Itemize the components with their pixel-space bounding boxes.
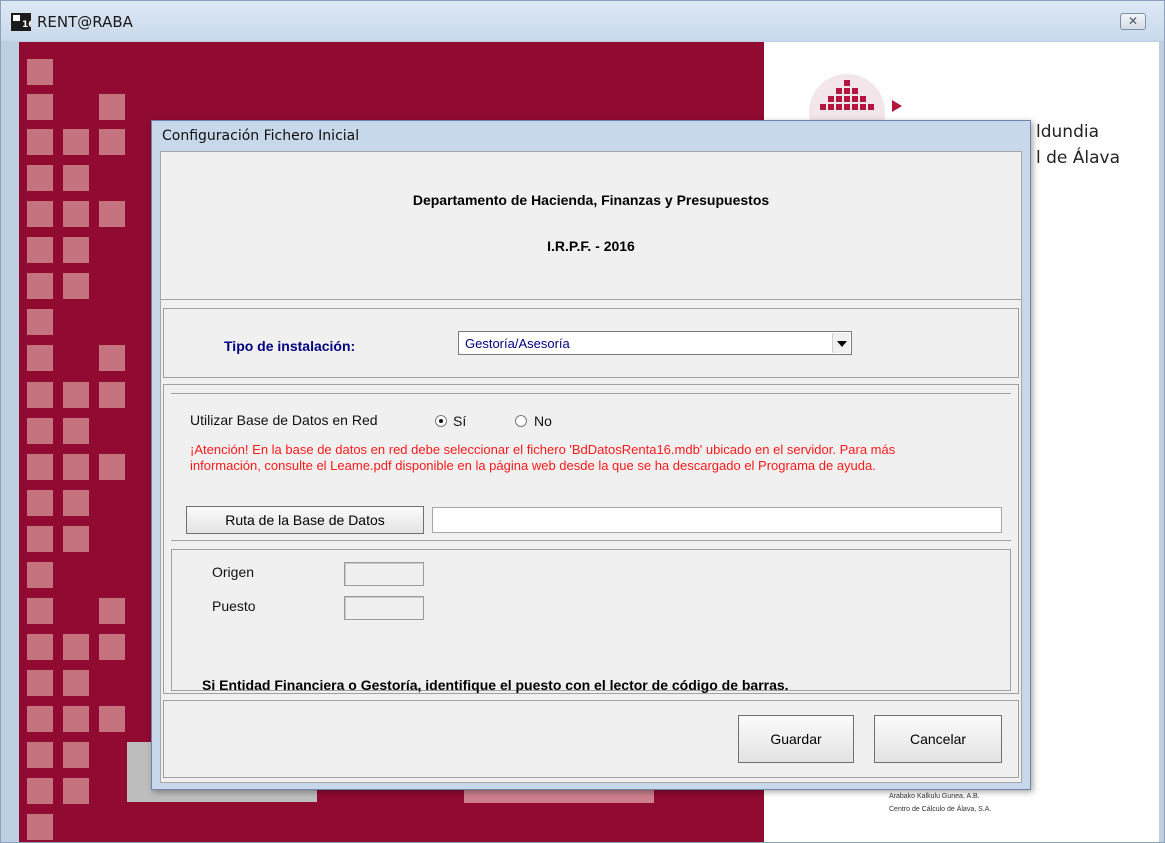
decor-square — [99, 94, 125, 120]
app-titlebar: 16 RENT@RABA ✕ — [1, 1, 1164, 41]
buttons-panel: Guardar Cancelar — [163, 700, 1019, 778]
decor-square — [27, 129, 53, 155]
decor-square — [27, 454, 53, 480]
decor-square — [27, 706, 53, 732]
decor-square — [27, 94, 53, 120]
close-button[interactable]: ✕ — [1120, 13, 1146, 30]
decor-square — [63, 670, 89, 696]
post-label: Puesto — [212, 598, 256, 614]
install-type-label: Tipo de instalación: — [224, 338, 356, 354]
decor-square — [63, 526, 89, 552]
decor-square — [63, 165, 89, 191]
origin-field[interactable] — [344, 562, 424, 586]
db-path-button[interactable]: Ruta de la Base de Datos — [186, 506, 424, 534]
network-db-label: Utilizar Base de Datos en Red — [190, 412, 378, 428]
irpf-year: I.R.P.F. - 2016 — [547, 238, 635, 254]
decor-square — [27, 309, 53, 335]
decor-square — [27, 526, 53, 552]
network-warning: ¡Atención! En la base de datos en red de… — [190, 442, 896, 473]
decor-square — [63, 129, 89, 155]
network-no-radio[interactable] — [515, 415, 527, 427]
dialog-body: Departamento de Hacienda, Finanzas y Pre… — [160, 151, 1022, 783]
svg-text:16: 16 — [22, 20, 31, 30]
decor-square — [63, 490, 89, 516]
decor-square — [63, 742, 89, 768]
decor-square — [63, 706, 89, 732]
app-icon: 16 — [11, 13, 31, 31]
network-yes-label[interactable]: Sí — [453, 413, 466, 429]
dialog-title: Configuración Fichero Inicial — [162, 128, 360, 144]
decor-square — [27, 634, 53, 660]
decor-square — [63, 273, 89, 299]
decor-square — [63, 454, 89, 480]
decor-square — [99, 345, 125, 371]
decor-square — [27, 814, 53, 840]
db-path-field[interactable] — [432, 507, 1002, 533]
decor-square — [27, 418, 53, 444]
decor-square — [27, 778, 53, 804]
header-panel: Departamento de Hacienda, Finanzas y Pre… — [161, 152, 1021, 300]
decor-square — [63, 634, 89, 660]
logo-text-line-2: l de Álava — [1036, 148, 1121, 168]
network-db-group: Utilizar Base de Datos en Red Sí No ¡Ate… — [171, 393, 1011, 541]
decor-square — [27, 562, 53, 588]
department-title: Departamento de Hacienda, Finanzas y Pre… — [412, 192, 770, 208]
footer-text-line-2: Centro de Cálculo de Álava, S.A. — [889, 806, 992, 813]
decor-square — [63, 382, 89, 408]
decor-square — [27, 345, 53, 371]
install-type-select[interactable]: Gestoría/Asesoría — [458, 331, 852, 355]
decor-square — [99, 634, 125, 660]
logo-text-line-1: ldundia — [1036, 122, 1099, 142]
origin-label: Origen — [212, 564, 255, 580]
decor-square — [27, 670, 53, 696]
decor-square — [27, 382, 53, 408]
decor-square — [99, 454, 125, 480]
decor-square — [63, 778, 89, 804]
chevron-down-icon[interactable] — [832, 333, 850, 353]
install-type-value: Gestoría/Asesoría — [465, 336, 570, 351]
decor-square — [63, 237, 89, 263]
decor-square — [27, 742, 53, 768]
close-icon: ✕ — [1127, 14, 1139, 28]
decor-square — [27, 490, 53, 516]
decor-square — [27, 237, 53, 263]
decor-square — [27, 201, 53, 227]
decor-square — [99, 382, 125, 408]
footer-text-line-1: Arabako Kalkulu Gunea, A.B. — [889, 793, 980, 800]
decor-square — [27, 59, 53, 85]
cancel-button[interactable]: Cancelar — [874, 715, 1002, 763]
app-window: 16 RENT@RABA ✕ — [0, 0, 1165, 843]
install-type-panel: Tipo de instalación: Gestoría/Asesoría — [163, 308, 1019, 378]
decor-square — [27, 598, 53, 624]
network-no-label[interactable]: No — [534, 413, 552, 429]
position-group: Origen Puesto Si Entidad Financiera o Ge… — [171, 549, 1011, 693]
network-db-panel: Utilizar Base de Datos en Red Sí No ¡Ate… — [163, 384, 1019, 694]
decor-square — [27, 273, 53, 299]
decor-square — [63, 201, 89, 227]
config-dialog: Configuración Fichero Inicial Departamen… — [151, 120, 1031, 790]
decor-square — [63, 418, 89, 444]
decor-square — [27, 165, 53, 191]
app-title: RENT@RABA — [37, 13, 133, 31]
decor-square — [99, 129, 125, 155]
barcode-note: Si Entidad Financiera o Gestoría, identi… — [202, 677, 789, 693]
post-field[interactable] — [344, 596, 424, 620]
save-button[interactable]: Guardar — [738, 715, 854, 763]
decor-square — [99, 598, 125, 624]
decor-square — [99, 706, 125, 732]
network-yes-radio[interactable] — [435, 415, 447, 427]
decor-square — [99, 201, 125, 227]
